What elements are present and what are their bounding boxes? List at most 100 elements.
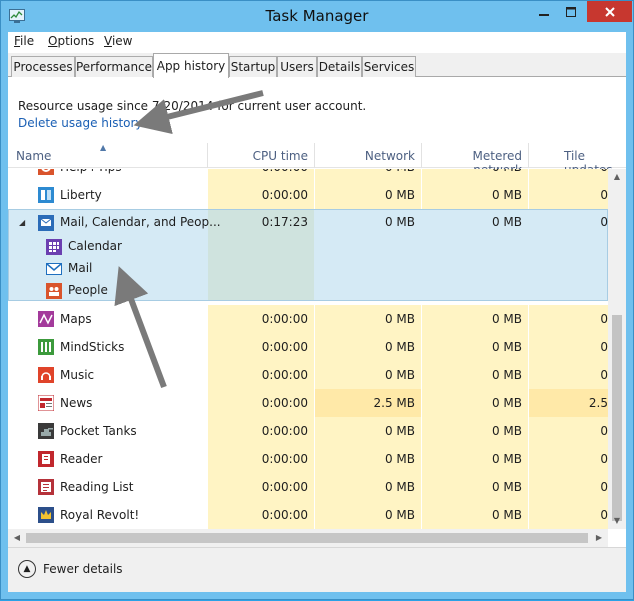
scroll-left-icon[interactable]: ◀ — [8, 529, 26, 547]
tile-updates-value: 0 — [529, 169, 608, 181]
table-row[interactable]: Music 0:00:00 0 MB 0 MB 0 — [8, 361, 608, 389]
network-value: 0 MB — [384, 452, 415, 466]
sort-up-icon: ▲ — [100, 143, 107, 152]
app-name: Pocket Tanks — [60, 424, 137, 438]
metered-value: 0 MB — [491, 368, 522, 382]
metered-value: 0 MB — [422, 169, 522, 181]
liberty-icon — [38, 187, 54, 203]
metered-value: 0 MB — [491, 215, 522, 229]
network-value: 0 MB — [384, 340, 415, 354]
reader-icon — [38, 451, 54, 467]
selected-app-group[interactable]: ◢ Mail, Calendar, and Peop... 0:17:23 0 … — [8, 209, 608, 301]
collapse-triangle-icon[interactable]: ◢ — [19, 218, 25, 227]
network-value: 0 MB — [384, 188, 415, 202]
cpu-time-value: 0:17:23 — [261, 215, 308, 229]
table-row[interactable]: Pocket Tanks 0:00:00 0 MB 0 MB 0 — [8, 417, 608, 445]
table-row[interactable]: News 0:00:00 2.5 MB 0 MB 2.5 — [8, 389, 608, 417]
mail-calendar-people-icon — [38, 215, 54, 231]
column-cpu-time[interactable]: CPU time — [208, 149, 308, 163]
help-tips-icon — [38, 169, 54, 175]
royal-revolt-icon — [38, 507, 54, 523]
music-icon — [38, 367, 54, 383]
chevron-up-icon[interactable]: ▲ — [18, 560, 36, 578]
horizontal-scroll-thumb[interactable] — [26, 533, 588, 543]
tile-updates-value: 0 — [600, 188, 608, 202]
child-app-name[interactable]: Calendar — [68, 234, 122, 258]
tile-updates-value: 0 — [600, 340, 608, 354]
minimize-button[interactable] — [531, 1, 557, 22]
table-row[interactable]: Help+Tips 0:00:00 0 MB 0 MB 0 — [8, 169, 608, 181]
table-row[interactable]: MindSticks 0:00:00 0 MB 0 MB 0 — [8, 333, 608, 361]
maximize-button[interactable] — [558, 1, 584, 22]
footer-bar: ▲ Fewer details — [8, 547, 626, 592]
app-name: Maps — [60, 312, 92, 326]
metered-value: 0 MB — [491, 396, 522, 410]
column-header: ▲ Name CPU time Network Metered network … — [8, 143, 626, 177]
maps-icon — [38, 311, 54, 327]
menu-file[interactable]: File — [14, 34, 34, 48]
scroll-thumb[interactable] — [612, 315, 622, 521]
pocket-tanks-icon — [38, 423, 54, 439]
network-value: 0 MB — [384, 508, 415, 522]
tile-updates-value: 0 — [600, 508, 608, 522]
column-network[interactable]: Network — [314, 149, 415, 163]
close-button[interactable] — [587, 1, 632, 22]
horizontal-scrollbar[interactable]: ◀ ▶ — [8, 529, 608, 547]
table-row[interactable]: Liberty 0:00:00 0 MB 0 MB 0 — [8, 181, 608, 209]
tile-updates-value: 0 — [600, 215, 608, 229]
metered-value: 0 MB — [491, 480, 522, 494]
tab-startup[interactable]: Startup — [229, 56, 277, 77]
menu-view[interactable]: View — [104, 34, 132, 48]
app-name: News — [60, 396, 93, 410]
network-value: 0 MB — [315, 169, 415, 181]
metered-value: 0 MB — [491, 452, 522, 466]
scroll-up-icon[interactable]: ▲ — [608, 169, 626, 185]
people-icon — [46, 283, 62, 299]
app-name: Reader — [60, 452, 103, 466]
tile-updates-value: 0 — [600, 368, 608, 382]
app-name: Help+Tips — [60, 169, 122, 181]
app-name: Liberty — [60, 188, 102, 202]
network-value: 0 MB — [384, 368, 415, 382]
delete-usage-history-link[interactable]: Delete usage history — [18, 116, 143, 130]
tab-users[interactable]: Users — [277, 56, 317, 77]
app-name: Mail, Calendar, and Peop... — [60, 215, 221, 229]
network-value: 0 MB — [384, 312, 415, 326]
cpu-time-value: 0:00:00 — [261, 368, 308, 382]
tab-processes[interactable]: Processes — [11, 56, 75, 77]
minimize-icon — [539, 13, 549, 16]
app-history-panel: Resource usage since 7/20/2014 for curre… — [8, 77, 626, 547]
cpu-time-value: 0:00:00 — [261, 340, 308, 354]
tab-services[interactable]: Services — [362, 56, 416, 77]
network-value: 0 MB — [384, 215, 415, 229]
reading-list-icon — [38, 479, 54, 495]
title-bar[interactable]: Task Manager — [1, 1, 633, 32]
cpu-time-value: 0:00:00 — [208, 169, 308, 181]
vertical-scrollbar[interactable]: ▲ ▼ — [608, 169, 626, 529]
child-app-name[interactable]: People — [68, 278, 108, 302]
tab-details[interactable]: Details — [317, 56, 362, 77]
table-row[interactable]: Reading List 0:00:00 0 MB 0 MB 0 — [8, 473, 608, 501]
scroll-right-icon[interactable]: ▶ — [590, 529, 608, 547]
cpu-time-value: 0:00:00 — [261, 424, 308, 438]
menu-bar: File Options View — [8, 32, 626, 52]
fewer-details-link[interactable]: Fewer details — [43, 562, 123, 576]
resource-usage-text: Resource usage since 7/20/2014 for curre… — [18, 99, 367, 113]
tile-updates-value: 0 — [600, 312, 608, 326]
mail-icon — [46, 263, 62, 275]
tab-app-history[interactable]: App history — [153, 53, 229, 78]
table-row[interactable]: Royal Revolt! 0:00:00 0 MB 0 MB 0 — [8, 501, 608, 529]
tile-updates-value: 0 — [600, 480, 608, 494]
calendar-icon — [46, 239, 62, 255]
table-row[interactable]: Maps 0:00:00 0 MB 0 MB 0 — [8, 305, 608, 333]
column-name[interactable]: Name — [16, 149, 51, 163]
child-app-name[interactable]: Mail — [68, 256, 92, 280]
table-row[interactable]: Reader 0:00:00 0 MB 0 MB 0 — [8, 445, 608, 473]
task-manager-window: Task Manager File Options View Processes… — [0, 0, 634, 600]
scroll-down-icon[interactable]: ▼ — [608, 513, 626, 529]
network-value: 2.5 MB — [373, 396, 415, 410]
menu-options[interactable]: Options — [48, 34, 94, 48]
network-value: 0 MB — [384, 424, 415, 438]
cpu-time-value: 0:00:00 — [261, 508, 308, 522]
tab-performance[interactable]: Performance — [75, 56, 153, 77]
